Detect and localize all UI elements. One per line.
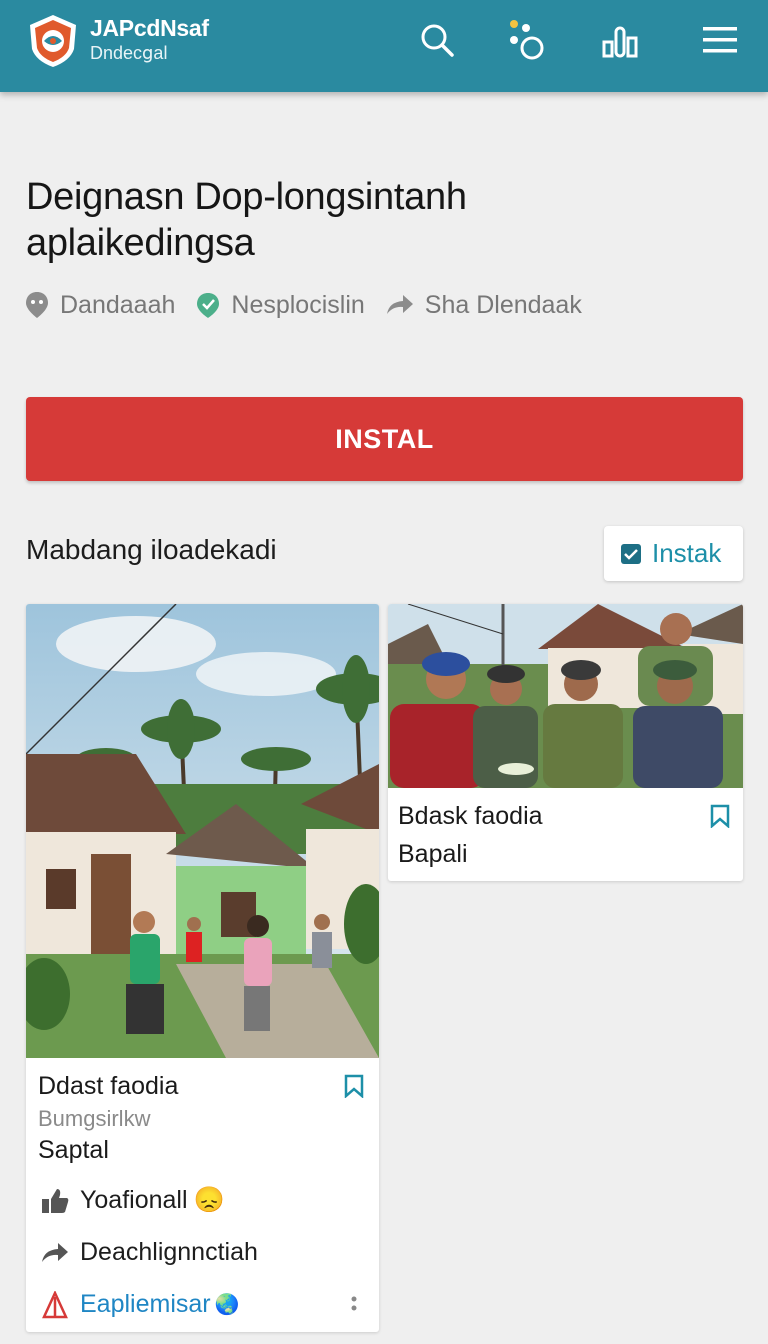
instak-chip[interactable]: Instak: [604, 526, 743, 581]
check-badge-icon: [197, 293, 220, 318]
menu-icon[interactable]: [700, 18, 740, 62]
share-arrow-icon: [42, 1242, 68, 1262]
brand: JAPcdNsaf Dndecցal: [90, 14, 209, 64]
app-link-action[interactable]: Eapliemisar 🌏: [40, 1290, 240, 1319]
search-icon[interactable]: [417, 18, 457, 62]
logo-shield-icon[interactable]: [26, 13, 80, 69]
page-title: Deignasn Dop-longsintanh aplaikedingsa: [26, 174, 726, 266]
card-1-title: Ddast faodia: [38, 1072, 179, 1100]
card-photo-group: [388, 604, 743, 788]
install-button[interactable]: INSTAL: [26, 397, 743, 481]
app-link-label: Eapliemisar: [80, 1290, 211, 1318]
share-label: Deachlignnctiah: [80, 1238, 258, 1266]
share-arrow-icon: [386, 295, 413, 314]
chip-label: Instak: [652, 538, 722, 568]
checkbox-icon: [621, 543, 641, 564]
meta-row: Dandaaah Nesplocislin Sha Dlendaak: [24, 288, 602, 322]
chart-icon[interactable]: [600, 18, 640, 62]
card-2-title: Bdask faodia: [398, 802, 543, 830]
bookmark-icon[interactable]: [344, 1074, 364, 1098]
share-action[interactable]: Deachlignnctiah: [40, 1238, 258, 1267]
feed-card-1[interactable]: Ddast faodia Bumgsirlkw Saptal Yoafional…: [26, 604, 379, 1332]
page-title-line-2: aplaikedingsa: [26, 222, 255, 264]
card-photo-village: [26, 604, 379, 1058]
card-1-subtitle: Bumgsirlkw: [38, 1106, 151, 1131]
dots-cluster-icon[interactable]: [506, 18, 546, 62]
app-logo-icon: [42, 1290, 68, 1318]
meta-label-1: Dandaaah: [60, 290, 176, 319]
app-subtitle: Dndecցal: [90, 43, 168, 63]
page-title-line-1: Deignasn Dop-longsintanh: [26, 176, 467, 218]
meta-item-share[interactable]: Sha Dlendaak: [385, 291, 582, 320]
card-1-line: Saptal: [38, 1136, 109, 1164]
meta-item-verified[interactable]: Nesplocislin: [195, 290, 365, 320]
app-bar: JAPcdNsaf Dndecցal: [0, 0, 768, 92]
card-2-line: Bapali: [398, 840, 468, 868]
meta-label-2: Nesplocislin: [231, 290, 365, 319]
more-options-icon[interactable]: [349, 1294, 359, 1316]
meta-label-3: Sha Dlendaak: [424, 290, 582, 319]
pin-icon: [26, 292, 48, 318]
sad-emoji: 😞: [193, 1186, 225, 1214]
bookmark-icon[interactable]: [710, 804, 730, 828]
app-name: JAPcdNsaf: [90, 15, 209, 41]
thumbs-up-icon: [42, 1188, 69, 1213]
meta-item-location[interactable]: Dandaaah: [24, 290, 175, 320]
section-title: Mabdang iloadekadi: [26, 534, 277, 565]
feed-card-2[interactable]: Bdask faodia Bapali: [388, 604, 743, 881]
like-action[interactable]: Yoafionall 😞: [40, 1186, 225, 1215]
globe-emoji: 🌏: [214, 1294, 240, 1316]
like-label: Yoafionall: [80, 1186, 188, 1214]
